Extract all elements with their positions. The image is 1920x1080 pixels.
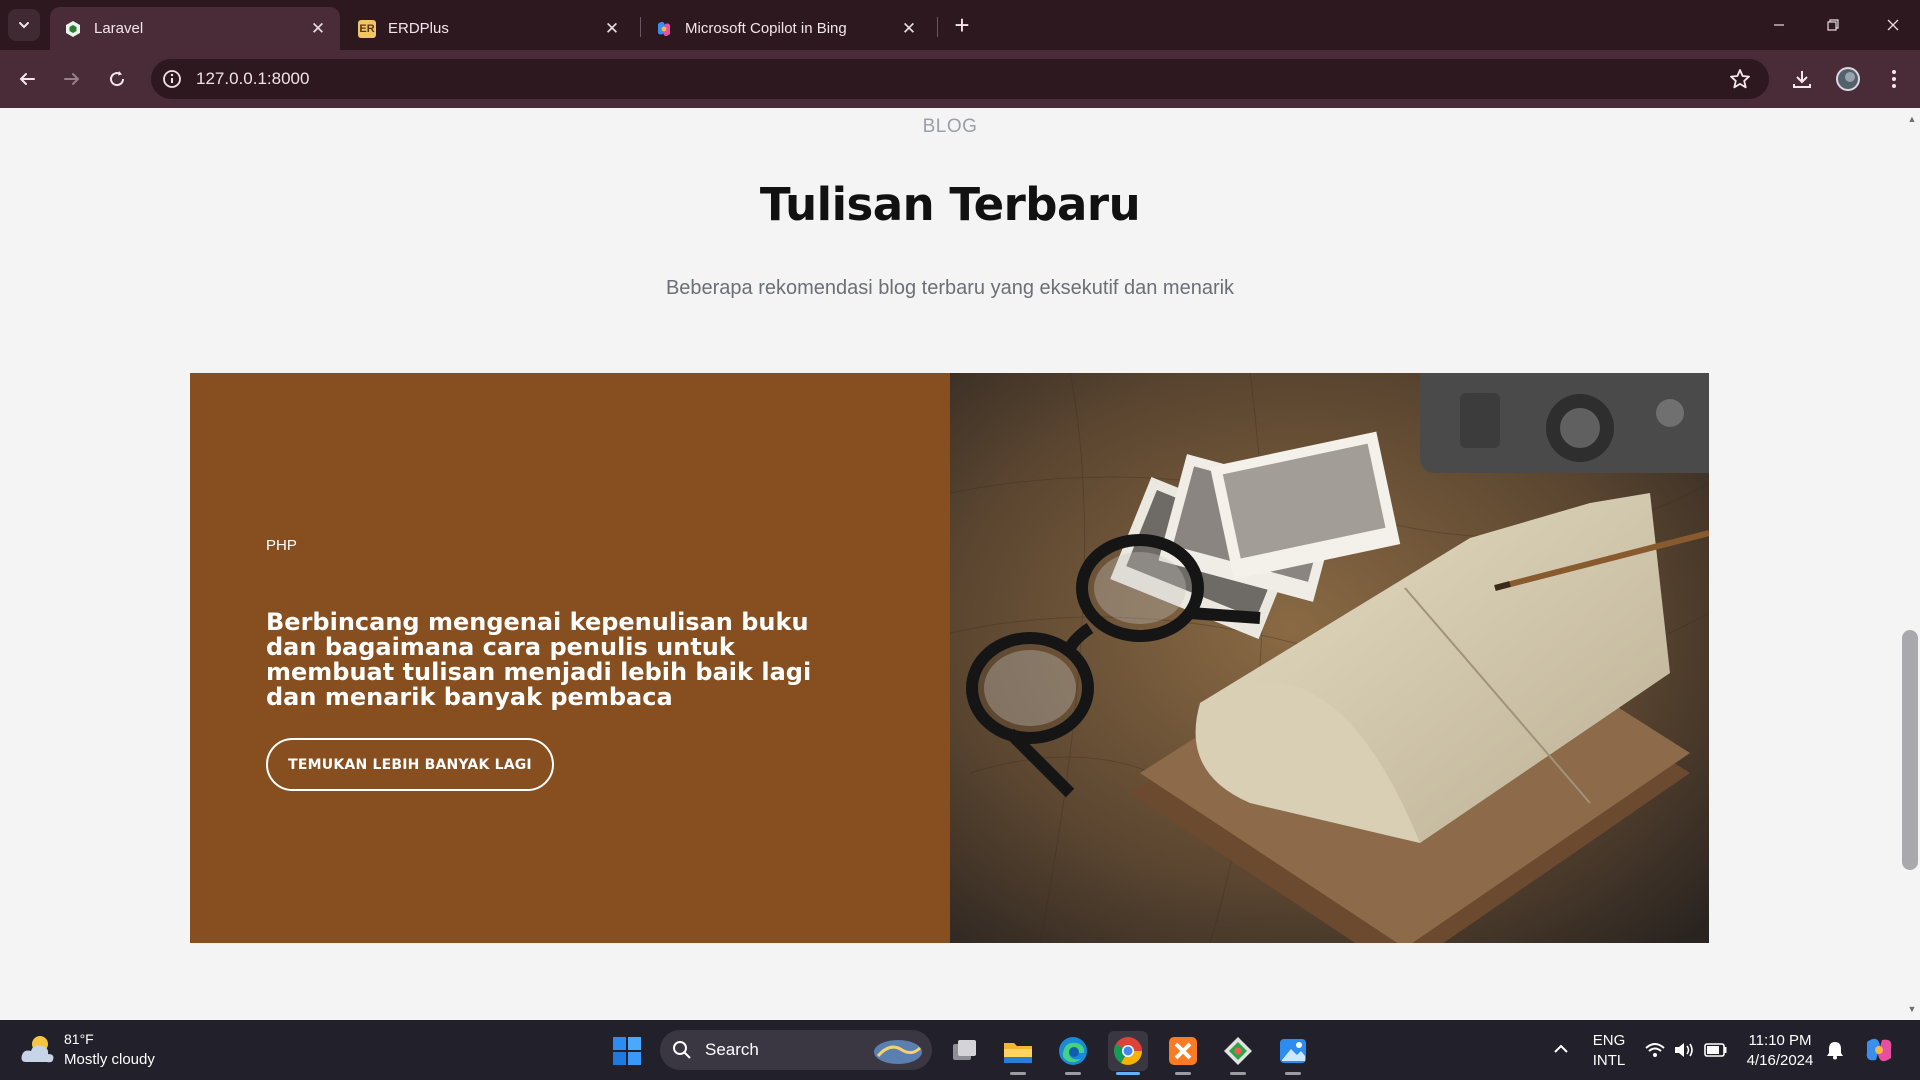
tab-label: Laravel	[94, 20, 144, 37]
close-tab-icon[interactable]: ✕	[899, 19, 919, 39]
downloads-icon[interactable]	[1784, 61, 1820, 97]
back-arrow-icon	[19, 73, 35, 85]
xampp-icon[interactable]	[1163, 1031, 1203, 1071]
running-indicator	[1175, 1072, 1191, 1075]
read-more-button[interactable]: TEMUKAN LEBIH BANYAK LAGI	[266, 738, 554, 791]
git-tool-icon[interactable]	[1218, 1031, 1258, 1071]
minimize-icon	[1774, 24, 1784, 26]
search-icon	[672, 1040, 692, 1065]
forward-arrow-icon	[64, 73, 80, 85]
laravel-favicon-icon	[64, 20, 82, 38]
language-indicator-top[interactable]: ENG	[1588, 1032, 1630, 1049]
profile-avatar[interactable]	[1830, 61, 1866, 97]
running-indicator	[1230, 1072, 1246, 1075]
volume-icon[interactable]	[1673, 1040, 1695, 1065]
page-viewport: BLOG Tulisan Terbaru Beberapa rekomendas…	[0, 108, 1904, 1020]
file-explorer-icon[interactable]	[998, 1031, 1038, 1071]
running-indicator	[1065, 1072, 1081, 1075]
chevron-down-icon	[19, 22, 29, 29]
tab-separator	[937, 17, 938, 37]
section-title: Tulisan Terbaru	[759, 178, 1141, 231]
battery-icon[interactable]	[1704, 1041, 1728, 1064]
search-highlight-icon	[872, 1036, 924, 1071]
scrollbar-thumb[interactable]	[1902, 630, 1918, 870]
camera-graphic	[1420, 373, 1709, 473]
edge-browser-icon[interactable]	[1053, 1031, 1093, 1071]
active-app-indicator	[1116, 1072, 1140, 1075]
clock-date[interactable]: 4/16/2024	[1740, 1052, 1820, 1069]
tab-erdplus[interactable]: ER ERDPlus ✕	[344, 7, 634, 50]
copilot-taskbar-icon[interactable]	[1864, 1036, 1894, 1069]
close-icon	[1887, 19, 1899, 31]
new-tab-button[interactable]: +	[948, 10, 976, 40]
tab-laravel[interactable]: Laravel ✕	[50, 7, 340, 50]
restore-icon	[1827, 19, 1839, 31]
close-tab-icon[interactable]: ✕	[602, 19, 622, 39]
bookmark-star-icon[interactable]	[1722, 61, 1758, 97]
close-window-button[interactable]	[1866, 0, 1920, 50]
notification-bell-icon[interactable]	[1825, 1040, 1845, 1065]
chrome-browser-icon[interactable]	[1108, 1031, 1148, 1071]
close-tab-icon[interactable]: ✕	[308, 19, 328, 39]
weather-cloud-icon[interactable]	[20, 1032, 56, 1071]
weather-condition[interactable]: Mostly cloudy	[64, 1051, 155, 1068]
featured-post-image	[950, 373, 1709, 943]
section-eyebrow: BLOG	[922, 116, 978, 137]
weather-temperature[interactable]: 81°F	[64, 1031, 94, 1047]
scroll-up-arrow-icon[interactable]: ▲	[1904, 112, 1920, 126]
tab-copilot[interactable]: Microsoft Copilot in Bing ✕	[641, 7, 931, 50]
show-hidden-icons-chevron-icon[interactable]	[1552, 1040, 1570, 1063]
featured-post-text-panel: PHP Berbincang mengenai kepenulisan buku…	[190, 373, 950, 943]
taskbar-search-label: Search	[705, 1040, 759, 1059]
reload-button[interactable]	[99, 61, 135, 97]
task-view-icon[interactable]	[944, 1031, 984, 1071]
running-indicator	[1285, 1072, 1301, 1075]
back-button[interactable]	[9, 61, 45, 97]
address-text[interactable]: 127.0.0.1:8000	[196, 69, 309, 89]
scroll-down-arrow-icon[interactable]: ▼	[1904, 1002, 1920, 1016]
tab-search-button[interactable]	[8, 9, 40, 41]
language-indicator-bottom[interactable]: INTL	[1588, 1052, 1630, 1069]
start-button-windows-icon[interactable]	[607, 1031, 647, 1071]
photos-app-icon[interactable]	[1273, 1031, 1313, 1071]
restore-button[interactable]	[1806, 0, 1860, 50]
address-bar[interactable]	[151, 59, 1769, 99]
tab-label: Microsoft Copilot in Bing	[685, 20, 847, 37]
section-subtitle: Beberapa rekomendasi blog terbaru yang e…	[665, 277, 1235, 299]
reload-icon	[110, 71, 125, 87]
site-info-icon[interactable]	[161, 68, 183, 95]
page-scrollbar[interactable]	[1904, 108, 1920, 1020]
post-category[interactable]: PHP	[266, 537, 297, 554]
minimize-button[interactable]	[1752, 0, 1806, 50]
wifi-icon[interactable]	[1644, 1040, 1666, 1065]
menu-kebab-icon[interactable]	[1876, 61, 1912, 97]
post-title[interactable]: Berbincang mengenai kepenulisan buku dan…	[266, 610, 866, 710]
clock-time[interactable]: 11:10 PM	[1740, 1032, 1820, 1049]
forward-button[interactable]	[54, 61, 90, 97]
erdplus-favicon-icon: ER	[358, 19, 376, 38]
running-indicator	[1010, 1072, 1026, 1075]
tab-label: ERDPlus	[388, 20, 449, 37]
featured-post-card: PHP Berbincang mengenai kepenulisan buku…	[190, 373, 1709, 943]
copilot-favicon-icon	[655, 20, 673, 38]
